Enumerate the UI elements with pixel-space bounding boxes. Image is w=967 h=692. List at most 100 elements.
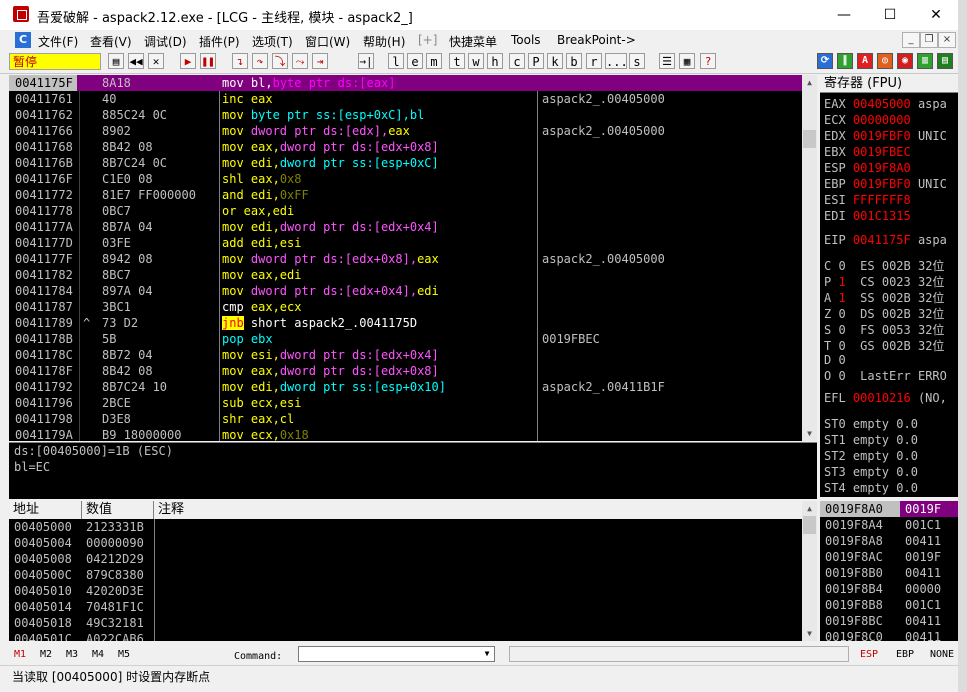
mark-m2[interactable]: M2 <box>40 649 52 660</box>
toolbar-s-button[interactable]: s <box>629 53 645 69</box>
menu-breakpoint[interactable]: BreakPoint-> <box>557 33 636 47</box>
module-icon[interactable]: C <box>15 32 31 48</box>
flag-row[interactable]: P 1 CS 0023 32位 <box>824 273 944 290</box>
disasm-row[interactable]: 0041177D 03FE add edi,esi <box>9 235 802 251</box>
stack-row[interactable]: 0019F8B8 001C1 <box>820 597 958 613</box>
grid-icon[interactable]: ▦ <box>679 53 695 69</box>
disassembly-scrollbar[interactable]: ▲ ▼ <box>802 75 817 441</box>
registers-pane[interactable]: 寄存器 (FPU) EAX 00405000 aspa ECX 00000000 … <box>820 75 958 497</box>
disassembly-pane[interactable]: 0041175F 8A18 mov bl,byte ptr ds:[eax] 0041… <box>9 75 802 441</box>
mdi-close-button[interactable]: × <box>938 32 956 48</box>
dump-row[interactable]: 00405014 70481F1C <box>14 599 144 615</box>
dump-row[interactable]: 0040500C 879C8380 <box>14 567 144 583</box>
stack-row[interactable]: 0019F8A8 00411 <box>820 533 958 549</box>
fpu-row[interactable]: ST0 empty 0.0 <box>824 417 918 431</box>
disasm-row[interactable]: 0041176B 8B7C24 0C mov edi,dword ptr ss:[e… <box>9 155 802 171</box>
dump-header-comment[interactable]: 注释 <box>154 501 817 519</box>
stack-row[interactable]: 0019F8B0 00411 <box>820 565 958 581</box>
target-icon[interactable]: ◎ <box>877 53 893 69</box>
dump-pane[interactable]: 地址 数值 注释 00405000 2123331B 00405004 0000009… <box>9 501 817 641</box>
disasm-row[interactable]: 0041178F 8B42 08 mov eax,dword ptr ds:[edx… <box>9 363 802 379</box>
run-icon[interactable]: ▶ <box>180 53 196 69</box>
scroll-up-icon[interactable]: ▲ <box>802 75 817 90</box>
toolbar-r-button[interactable]: r <box>586 53 602 69</box>
mark-m5[interactable]: M5 <box>118 649 130 660</box>
menu-debug[interactable]: 调试(D) <box>144 33 187 50</box>
chart-icon[interactable]: ▥ <box>917 53 933 69</box>
flag-row[interactable]: Z 0 DS 002B 32位 <box>824 305 944 322</box>
menu-window[interactable]: 窗口(W) <box>305 33 350 50</box>
minimize-button[interactable]: — <box>821 0 867 30</box>
command-input[interactable]: ▼ <box>298 646 495 662</box>
disasm-row[interactable]: 00411761 40 inc eax aspack2_.00405000 <box>9 91 802 107</box>
record-icon[interactable]: ◉ <box>897 53 913 69</box>
register-row[interactable]: ECX 00000000 <box>824 113 918 127</box>
disasm-row[interactable]: 00411778 0BC7 or eax,edi <box>9 203 802 219</box>
chevron-down-icon[interactable]: ▼ <box>480 647 494 661</box>
scroll-thumb[interactable] <box>803 130 816 148</box>
exec-till-return-icon[interactable]: ⇥ <box>312 53 328 69</box>
disasm-row[interactable]: 00411796 2BCE sub ecx,esi <box>9 395 802 411</box>
register-row[interactable]: EBP 0019FBF0 UNIC <box>824 177 947 191</box>
stack-row[interactable]: 0019F8B4 00000 <box>820 581 958 597</box>
trace-into-icon[interactable]: ⤵ <box>272 53 288 69</box>
bars-icon[interactable]: ▤ <box>937 53 953 69</box>
toolbar-w-button[interactable]: w <box>468 53 484 69</box>
flag-row[interactable]: C 0 ES 002B 32位 <box>824 257 944 274</box>
scroll-down-icon[interactable]: ▼ <box>802 626 817 641</box>
dump-row[interactable]: 00405008 04212D29 <box>14 551 144 567</box>
register-row[interactable]: EAX 00405000 aspa <box>824 97 947 111</box>
register-row[interactable]: EDI 001C1315 <box>824 209 918 223</box>
register-efl-row[interactable]: EFL 00010216 (NO, <box>824 391 947 405</box>
toolbar-e-button[interactable]: e <box>407 53 423 69</box>
fpu-row[interactable]: ST2 empty 0.0 <box>824 449 918 463</box>
disasm-row[interactable]: 0041175F 8A18 mov bl,byte ptr ds:[eax] <box>9 75 802 91</box>
toolbar-p-button[interactable]: P <box>528 53 544 69</box>
disasm-row[interactable]: 00411768 8B42 08 mov eax,dword ptr ds:[edx… <box>9 139 802 155</box>
stack-row[interactable]: 0019F8C0 00411 <box>820 629 958 641</box>
pause-icon[interactable]: ❚❚ <box>200 53 216 69</box>
flag-row[interactable]: T 0 GS 002B 32位 <box>824 337 944 354</box>
disasm-row[interactable]: 00411766 8902 mov dword ptr ds:[edx],eax as… <box>9 123 802 139</box>
menu-shortcuts[interactable]: 快捷菜单 <box>449 33 497 50</box>
step-over-icon[interactable]: ↷ <box>252 53 268 69</box>
maximize-button[interactable]: ☐ <box>867 0 913 30</box>
reg-esp-button[interactable]: ESP <box>860 649 878 660</box>
step-into-icon[interactable]: ↴ <box>232 53 248 69</box>
mark-m3[interactable]: M3 <box>66 649 78 660</box>
toolbar-m-button[interactable]: m <box>426 53 442 69</box>
stack-row[interactable]: 0019F8A0 0019F <box>820 501 958 517</box>
disasm-row[interactable]: 00411772 81E7 FF000000 and edi,0xFF <box>9 187 802 203</box>
scroll-down-icon[interactable]: ▼ <box>802 426 817 441</box>
close-button[interactable]: ✕ <box>913 0 959 30</box>
toolbar-k-button[interactable]: k <box>547 53 563 69</box>
register-eip-row[interactable]: EIP 0041175F aspa <box>824 233 947 247</box>
flag-row[interactable]: S 0 FS 0053 32位 <box>824 321 944 338</box>
dump-row[interactable]: 00405000 2123331B <box>14 519 144 535</box>
menu-plus[interactable]: [+] <box>418 33 437 47</box>
a-icon[interactable]: A <box>857 53 873 69</box>
toolbar-more-button[interactable]: ... <box>605 53 628 69</box>
toolbar-l-button[interactable]: l <box>388 53 404 69</box>
fpu-row[interactable]: ST3 empty 0.0 <box>824 465 918 479</box>
disasm-row[interactable]: 0041177A 8B7A 04 mov edi,dword ptr ds:[edx… <box>9 219 802 235</box>
dump-row[interactable]: 00405010 42020D3E <box>14 583 144 599</box>
menu-plugins[interactable]: 插件(P) <box>199 33 240 50</box>
goto-icon[interactable]: →| <box>358 53 374 69</box>
disasm-row[interactable]: 00411792 8B7C24 10 mov edi,dword ptr ss:[e… <box>9 379 802 395</box>
mark-m4[interactable]: M4 <box>92 649 104 660</box>
disasm-row[interactable]: 0041176F C1E0 08 shl eax,0x8 <box>9 171 802 187</box>
toolbar-c-button[interactable]: c <box>509 53 525 69</box>
fpu-row[interactable]: ST1 empty 0.0 <box>824 433 918 447</box>
open-icon[interactable]: ▤ <box>108 53 124 69</box>
refresh-icon[interactable]: ⟳ <box>817 53 833 69</box>
reg-ebp-button[interactable]: EBP <box>896 649 914 660</box>
dump-header-value[interactable]: 数值 <box>82 501 154 519</box>
dump-row[interactable]: 00405004 00000090 <box>14 535 144 551</box>
register-row[interactable]: EDX 0019FBF0 UNIC <box>824 129 947 143</box>
disasm-row[interactable]: 0041179A B9 18000000 mov ecx,0x18 <box>9 427 802 441</box>
flag-row[interactable]: O 0 LastErr ERRO <box>824 369 954 383</box>
disasm-row[interactable]: 0041177F 8942 08 mov dword ptr ds:[edx+0x8… <box>9 251 802 267</box>
menu-help[interactable]: 帮助(H) <box>363 33 405 50</box>
menu-options[interactable]: 选项(T) <box>252 33 293 50</box>
